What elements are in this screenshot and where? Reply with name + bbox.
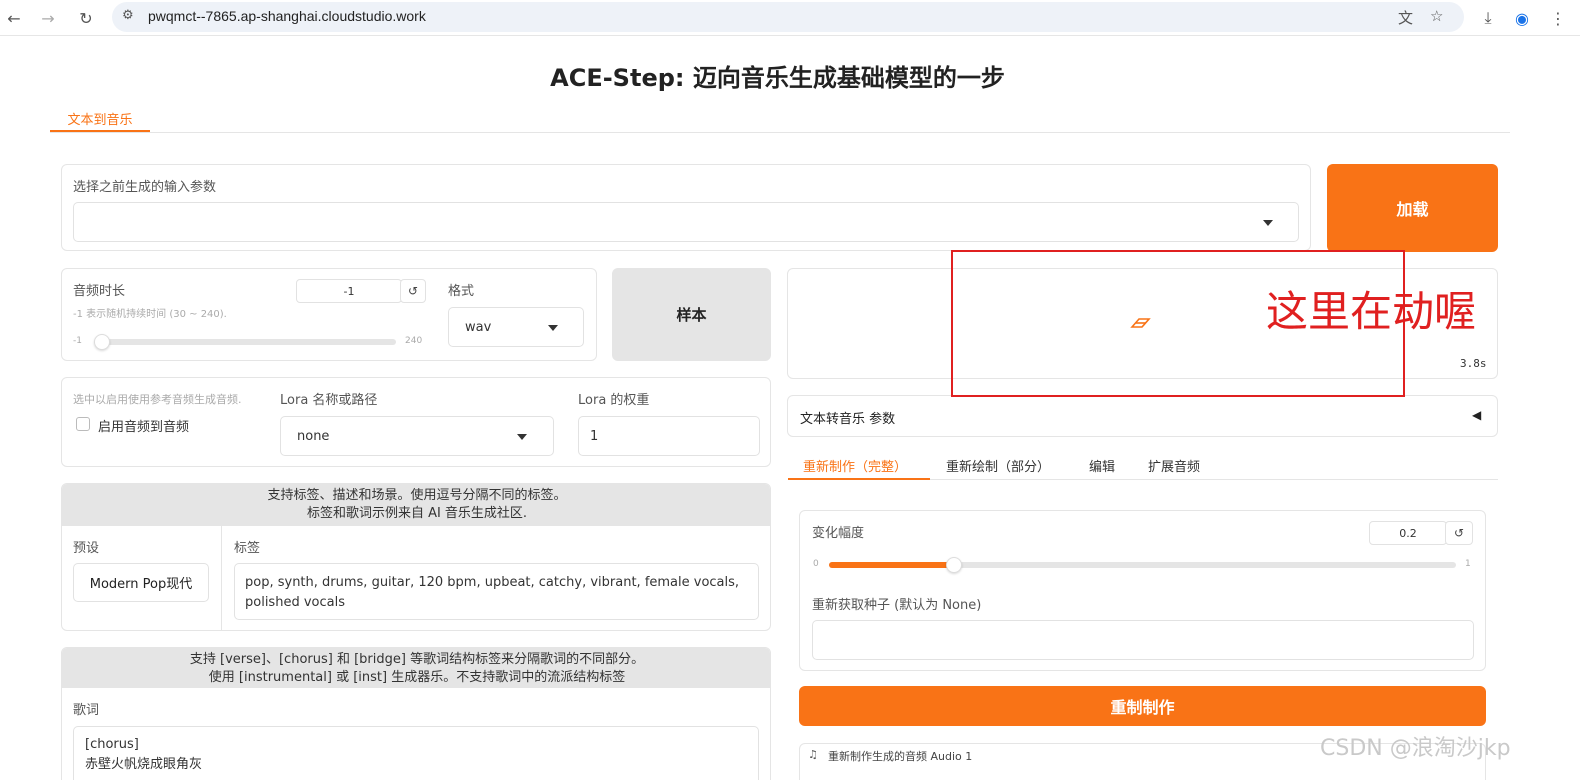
browser-toolbar: ← → ↻ ⚙ pwqmct--7865.ap-shanghai.cloudst… (0, 0, 1580, 36)
download-icon[interactable]: ⤓ (1476, 6, 1500, 30)
variance-slider[interactable] (829, 557, 1456, 573)
collapse-icon[interactable]: ◀ (1472, 408, 1481, 422)
format-label: 格式 (448, 284, 475, 299)
duration-label: 音频时长 (73, 284, 126, 299)
tab-repaint[interactable]: 重新绘制（部分） (946, 454, 1050, 480)
menu-icon[interactable]: ⋮ (1546, 6, 1570, 30)
tags-label: 标签 (234, 541, 261, 556)
duration-hint: -1 表示随机持续时间 (30 ~ 240). (73, 309, 227, 320)
variance-reset-icon[interactable]: ↺ (1445, 521, 1473, 545)
reload-icon[interactable]: ↻ (74, 6, 98, 30)
lora-panel: 选中以启用使用参考音频生成音频. 启用音频到音频 Lora 名称或路径 none… (61, 377, 771, 467)
format-value: wav (465, 320, 492, 335)
params-accordion-label: 文本转音乐 参数 (800, 412, 896, 427)
chevron-down-icon (548, 325, 558, 331)
tags-input[interactable]: pop, synth, drums, guitar, 120 bpm, upbe… (234, 563, 759, 620)
lyrics-label: 歌词 (73, 703, 100, 718)
sample-button[interactable]: 样本 (612, 268, 771, 361)
retake-panel: 变化幅度 0.2 ↺ 0 1 重新获取种子 (默认为 None) (799, 510, 1486, 671)
url-text: pwqmct--7865.ap-shanghai.cloudstudio.wor… (148, 8, 426, 24)
lyrics-header-line1: 支持 [verse]、[chorus] 和 [bridge] 等歌词结构标签来分… (189, 652, 645, 667)
timer-label: 3.8s (1460, 357, 1487, 370)
retake-audio-label: 重新制作生成的音频 Audio 1 (828, 750, 973, 763)
history-params-dropdown[interactable] (73, 202, 1299, 242)
page-title: ACE-Step: 迈向音乐生成基础模型的一步 (550, 64, 1005, 92)
duration-min-tick: -1 (73, 336, 82, 346)
lora-name-dropdown[interactable]: none (280, 416, 554, 456)
preset-button[interactable]: Modern Pop现代 (73, 563, 209, 602)
address-bar[interactable]: ⚙ pwqmct--7865.ap-shanghai.cloudstudio.w… (112, 2, 1464, 32)
tab-extend[interactable]: 扩展音频 (1148, 454, 1200, 480)
audio2audio-checkbox[interactable] (76, 417, 90, 431)
variance-min-tick: 0 (813, 559, 819, 569)
lyrics-header-line2: 使用 [instrumental] 或 [inst] 生成器乐。不支持歌词中的流… (208, 670, 626, 685)
annotation-text: 这里在动喔 (1266, 287, 1477, 336)
duration-panel: 音频时长 -1 表示随机持续时间 (30 ~ 240). -1 ↺ -1 240… (61, 268, 597, 361)
tags-header: 支持标签、描述和场景。使用逗号分隔不同的标签。 标签和歌词示例来自 AI 音乐生… (62, 484, 770, 526)
format-dropdown[interactable]: wav (448, 307, 584, 347)
variance-slider-fill (829, 562, 955, 568)
lora-weight-input[interactable]: 1 (578, 416, 760, 456)
watermark: CSDN @浪淘沙jkp (1320, 736, 1511, 761)
duration-slider-thumb[interactable] (94, 334, 110, 350)
forward-icon[interactable]: → (36, 6, 60, 30)
tab-text-to-music[interactable]: 文本到音乐 (50, 106, 150, 132)
chevron-down-icon (517, 434, 527, 440)
lora-name-value: none (297, 429, 330, 444)
duration-slider[interactable] (94, 334, 396, 350)
variance-input[interactable]: 0.2 (1369, 521, 1447, 545)
lyrics-line: [chorus] (85, 737, 139, 752)
retake-button[interactable]: 重制制作 (799, 686, 1486, 726)
bookmark-star-icon[interactable]: ☆ (1430, 7, 1443, 25)
load-button[interactable]: 加载 (1327, 164, 1498, 252)
history-params-panel: 选择之前生成的输入参数 (61, 164, 1311, 251)
duration-max-tick: 240 (405, 336, 423, 346)
tab-edit[interactable]: 编辑 (1089, 454, 1115, 480)
tab-retake[interactable]: 重新制作（完整） (803, 454, 907, 480)
variance-slider-thumb[interactable] (946, 557, 963, 573)
audio2audio-checkbox-label: 启用音频到音频 (98, 420, 190, 435)
translate-icon[interactable]: 文 (1398, 7, 1413, 28)
params-accordion[interactable]: 文本转音乐 参数 ◀ (787, 395, 1498, 437)
lyrics-input[interactable]: [chorus] 赤壁火帆烧成眼角灰 (73, 726, 759, 780)
seed-input[interactable] (812, 620, 1474, 660)
tags-header-line1: 支持标签、描述和场景。使用逗号分隔不同的标签。 (267, 488, 567, 503)
duration-input[interactable]: -1 (296, 279, 402, 303)
seed-label: 重新获取种子 (默认为 None) (812, 598, 982, 613)
duration-reset-icon[interactable]: ↺ (400, 279, 426, 303)
profile-icon[interactable]: ◉ (1510, 6, 1534, 30)
site-info-icon[interactable]: ⚙ (122, 8, 134, 23)
history-params-label: 选择之前生成的输入参数 (73, 180, 217, 195)
active-tab-indicator (788, 478, 930, 480)
tags-header-line2: 标签和歌词示例来自 AI 音乐生成社区. (306, 506, 528, 521)
chevron-down-icon (1263, 220, 1273, 226)
lyrics-header: 支持 [verse]、[chorus] 和 [bridge] 等歌词结构标签来分… (62, 648, 770, 688)
audio2audio-hint: 选中以启用使用参考音频生成音频. (73, 393, 242, 406)
tags-column-divider (221, 526, 222, 630)
lora-weight-value: 1 (590, 429, 599, 444)
preset-label: 预设 (73, 541, 100, 556)
variance-label: 变化幅度 (812, 526, 865, 541)
lyrics-section: 支持 [verse]、[chorus] 和 [bridge] 等歌词结构标签来分… (61, 647, 771, 780)
variance-max-tick: 1 (1465, 559, 1471, 569)
tab-divider (50, 132, 1510, 133)
lora-name-label: Lora 名称或路径 (280, 393, 378, 408)
tags-section: 支持标签、描述和场景。使用逗号分隔不同的标签。 标签和歌词示例来自 AI 音乐生… (61, 483, 771, 631)
music-note-icon: ♫ (808, 748, 818, 761)
lyrics-line: 赤壁火帆烧成眼角灰 (85, 757, 203, 772)
back-icon[interactable]: ← (2, 6, 26, 30)
lora-weight-label: Lora 的权重 (578, 393, 650, 408)
